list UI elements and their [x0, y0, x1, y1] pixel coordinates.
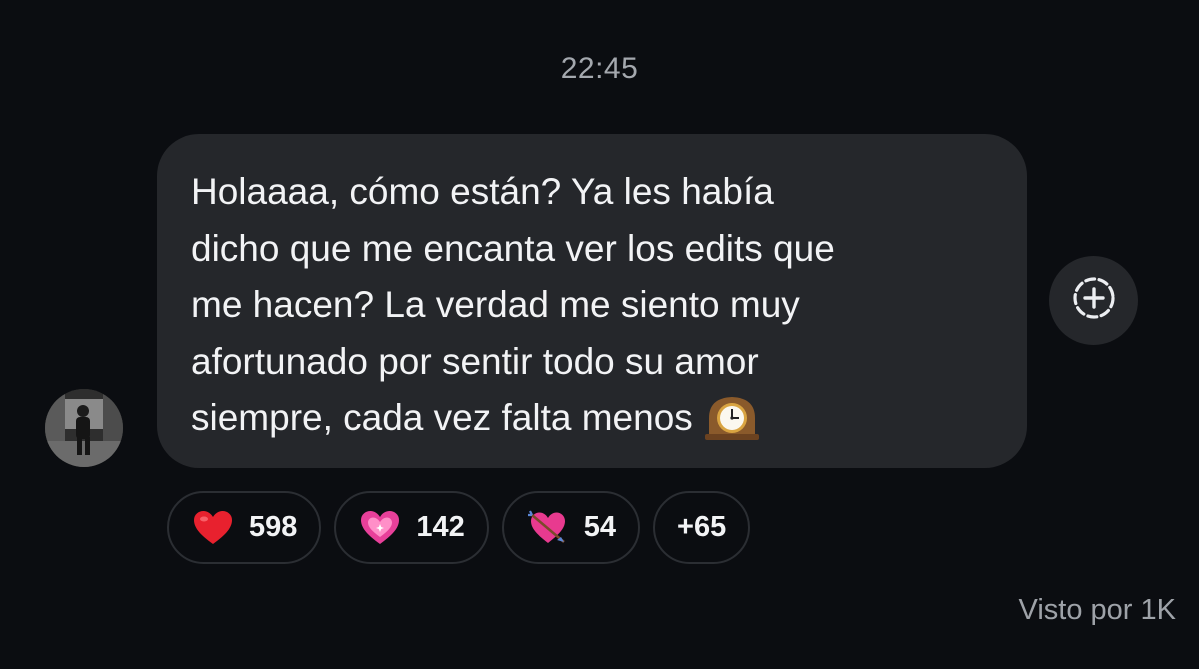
- add-reaction-button[interactable]: [1049, 256, 1138, 345]
- more-reactions-count: +65: [677, 511, 727, 543]
- seen-by-status[interactable]: Visto por 1K: [1019, 594, 1176, 627]
- reaction-count: 54: [583, 511, 617, 543]
- message-bubble[interactable]: Holaaaa, cómo están? Ya les había dicho …: [157, 134, 1027, 468]
- red-heart-icon: [193, 508, 233, 548]
- message-timestamp: 22:45: [560, 52, 639, 85]
- reaction-count: 598: [249, 511, 298, 543]
- reaction-red-heart[interactable]: 598: [167, 491, 322, 564]
- message-text: Holaaaa, cómo están? Ya les había dicho …: [191, 164, 997, 457]
- reaction-heart-with-arrow[interactable]: 54: [501, 491, 641, 564]
- more-reactions-button[interactable]: +65: [653, 491, 751, 564]
- add-reaction-icon: [1071, 275, 1117, 326]
- reaction-bar: 598 142 54 +65: [167, 491, 751, 564]
- sender-avatar[interactable]: [45, 389, 123, 467]
- reaction-sparkling-heart[interactable]: 142: [334, 491, 489, 564]
- sparkling-heart-icon: [360, 508, 400, 548]
- heart-with-arrow-icon: [527, 508, 568, 548]
- reaction-count: 142: [416, 511, 465, 543]
- mantelpiece-clock-icon: [703, 394, 761, 457]
